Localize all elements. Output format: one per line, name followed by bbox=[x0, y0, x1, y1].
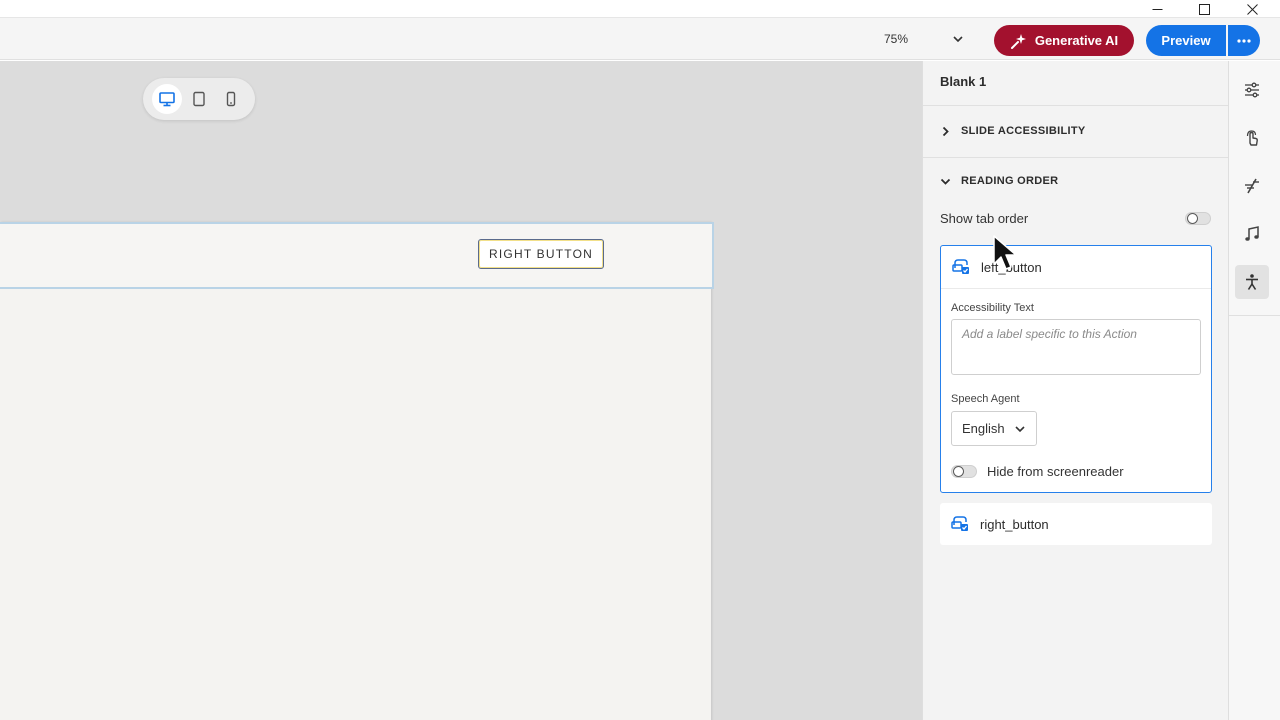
tablet-view-button[interactable] bbox=[184, 84, 214, 114]
right-icon-rail bbox=[1228, 61, 1280, 720]
chevron-right-icon bbox=[942, 126, 949, 136]
properties-icon bbox=[1245, 82, 1259, 98]
right-button-object[interactable]: RIGHT BUTTON bbox=[478, 239, 604, 269]
maximize-icon[interactable] bbox=[1181, 0, 1227, 18]
effects-tab[interactable] bbox=[1235, 169, 1269, 203]
ellipsis-icon bbox=[1237, 38, 1251, 43]
reading-order-item-left-button[interactable]: left_button Accessibility Text Add a lab… bbox=[940, 245, 1212, 493]
accessibility-icon bbox=[1246, 274, 1258, 290]
mobile-icon bbox=[226, 91, 236, 107]
canvas-area[interactable]: RIGHT BUTTON bbox=[0, 61, 922, 720]
speech-agent-value: English bbox=[962, 421, 1005, 436]
device-switcher bbox=[143, 78, 255, 120]
more-options-button[interactable] bbox=[1228, 25, 1260, 56]
chevron-down-icon bbox=[953, 36, 963, 43]
mouse-cursor-icon bbox=[993, 235, 1017, 270]
slide-accessibility-label: SLIDE ACCESSIBILITY bbox=[961, 125, 1086, 137]
show-tab-order-label: Show tab order bbox=[940, 211, 1029, 226]
reading-order-item-header[interactable]: left_button bbox=[941, 246, 1211, 289]
hide-from-screenreader-label: Hide from screenreader bbox=[987, 464, 1124, 479]
properties-tab[interactable] bbox=[1235, 73, 1269, 107]
divider bbox=[1229, 315, 1280, 316]
toggle-knob bbox=[953, 466, 964, 477]
show-tab-order-toggle[interactable] bbox=[1185, 212, 1211, 225]
preview-button[interactable]: Preview bbox=[1146, 25, 1226, 56]
accessibility-text-label: Accessibility Text bbox=[951, 302, 1034, 314]
selected-header-container[interactable] bbox=[0, 222, 714, 289]
accessibility-tab[interactable] bbox=[1235, 265, 1269, 299]
right-button-label: RIGHT BUTTON bbox=[489, 247, 593, 261]
slide-accessibility-section[interactable]: SLIDE ACCESSIBILITY bbox=[940, 125, 1085, 137]
window-title-bar bbox=[0, 0, 1280, 18]
chevron-down-icon bbox=[940, 178, 951, 185]
minimize-icon[interactable] bbox=[1134, 0, 1180, 18]
sparkle-icon bbox=[1010, 33, 1026, 49]
divider bbox=[923, 105, 1228, 106]
desktop-view-button[interactable] bbox=[152, 84, 182, 114]
hide-from-screenreader-row: Hide from screenreader bbox=[951, 464, 1124, 479]
hide-from-screenreader-toggle[interactable] bbox=[951, 465, 977, 478]
toggle-knob bbox=[1187, 213, 1198, 224]
generative-ai-button[interactable]: Generative AI bbox=[994, 25, 1134, 56]
speech-agent-select[interactable]: English bbox=[951, 411, 1037, 446]
reading-order-section[interactable]: READING ORDER bbox=[940, 175, 1058, 187]
speech-agent-label: Speech Agent bbox=[951, 393, 1020, 405]
interaction-icon bbox=[1246, 130, 1258, 146]
interaction-tab[interactable] bbox=[1235, 121, 1269, 155]
audio-tab[interactable] bbox=[1235, 217, 1269, 251]
audio-icon bbox=[1245, 226, 1259, 241]
zoom-dropdown[interactable]: 75% bbox=[878, 26, 970, 52]
preview-label: Preview bbox=[1161, 33, 1211, 48]
mobile-view-button[interactable] bbox=[216, 84, 246, 114]
tablet-icon bbox=[193, 91, 205, 107]
chevron-down-icon bbox=[1015, 425, 1025, 432]
button-action-icon bbox=[952, 259, 969, 274]
reading-order-label: READING ORDER bbox=[961, 175, 1059, 187]
top-toolbar: 75% Generative AI Preview bbox=[0, 18, 1280, 60]
button-action-icon bbox=[951, 516, 968, 531]
desktop-icon bbox=[159, 92, 175, 107]
close-icon[interactable] bbox=[1229, 0, 1275, 18]
effects-icon bbox=[1245, 178, 1259, 194]
divider bbox=[923, 157, 1228, 158]
generative-ai-label: Generative AI bbox=[1034, 33, 1119, 48]
properties-panel: Blank 1 SLIDE ACCESSIBILITY READING ORDE… bbox=[922, 61, 1228, 720]
slide-canvas[interactable] bbox=[0, 222, 711, 720]
zoom-value: 75% bbox=[884, 32, 909, 46]
accessibility-text-input[interactable]: Add a label specific to this Action bbox=[951, 319, 1201, 375]
item-name: right_button bbox=[980, 517, 1049, 532]
reading-order-item-right-button[interactable]: right_button bbox=[940, 503, 1212, 545]
panel-title: Blank 1 bbox=[940, 74, 987, 89]
